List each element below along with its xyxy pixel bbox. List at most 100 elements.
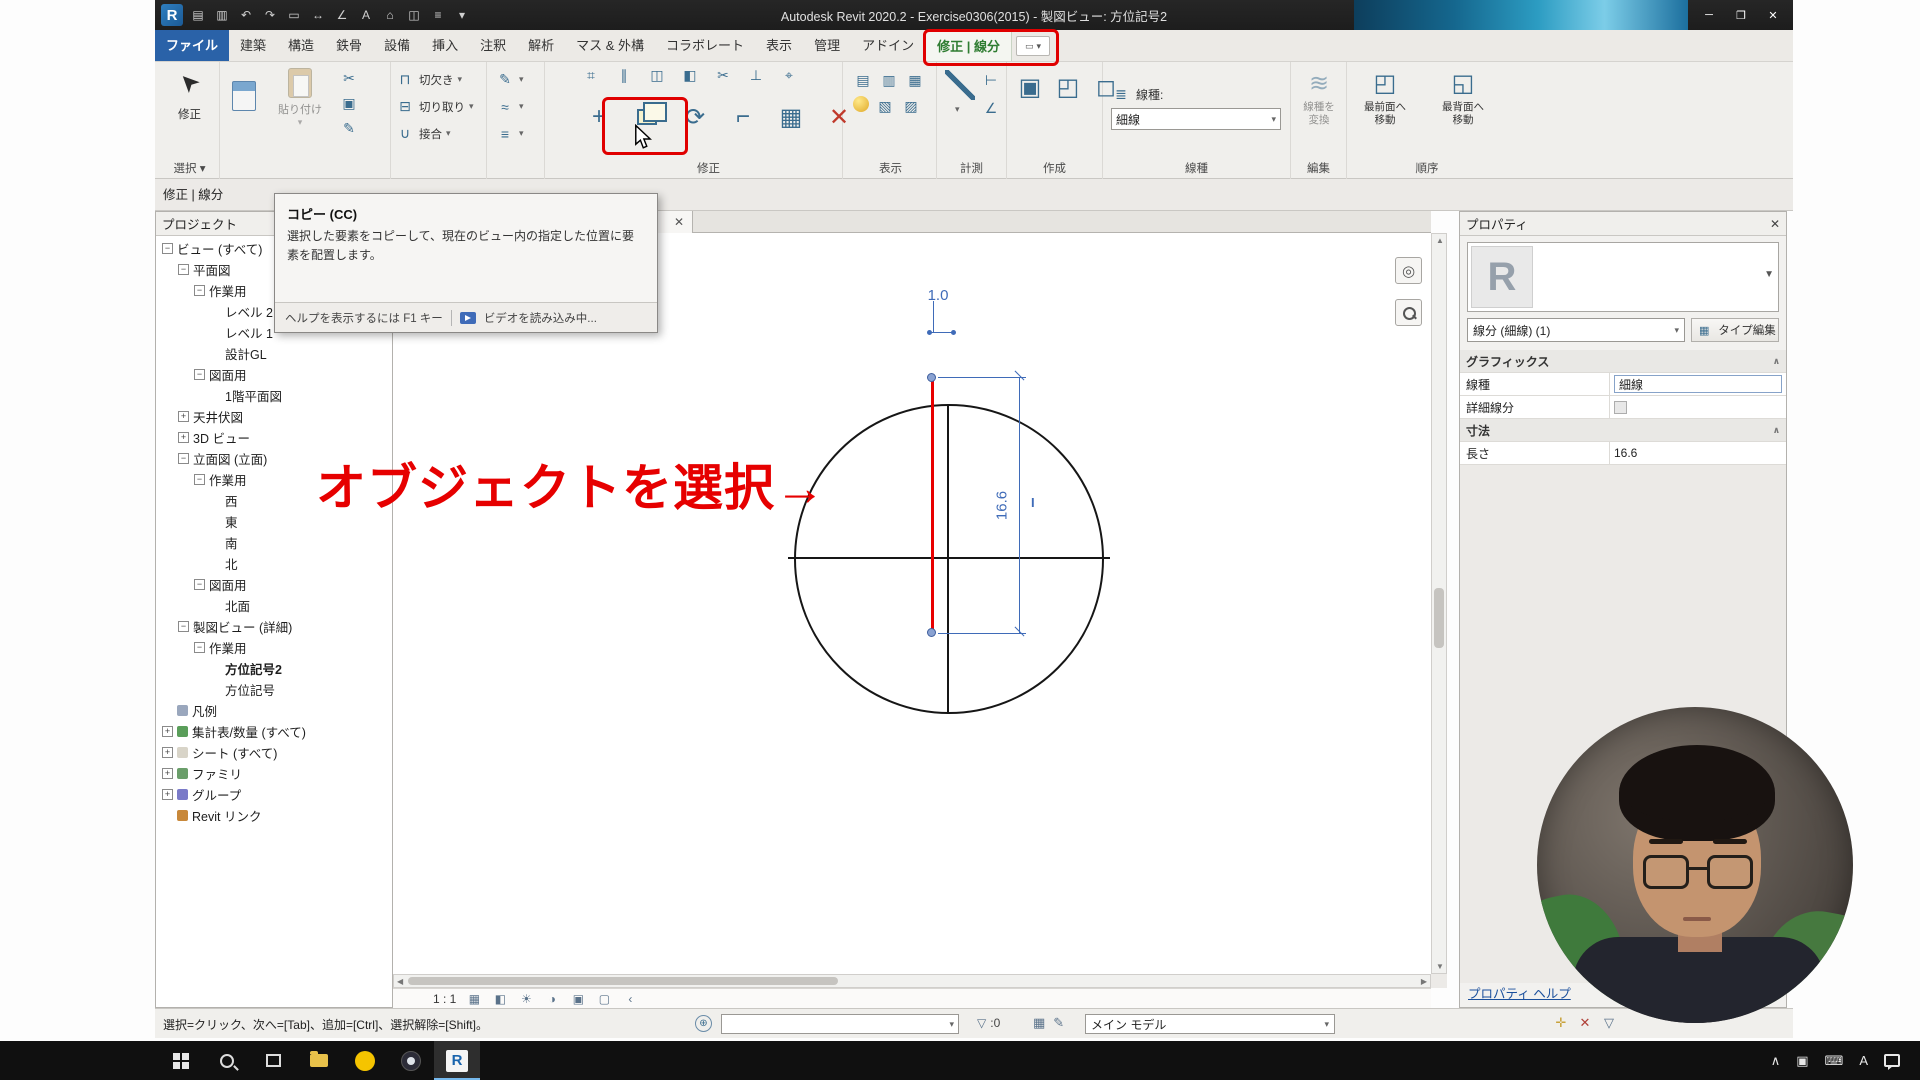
cope-button[interactable]: ⊓切欠き▾: [395, 66, 484, 93]
tree-item-24[interactable]: +シート (すべて): [156, 742, 392, 763]
unpin-icon[interactable]: ⌖: [779, 65, 799, 85]
shadows-icon[interactable]: ◑: [544, 991, 560, 1007]
cut-geometry-button[interactable]: ⊟切り取り▾: [395, 93, 484, 120]
tree-item-6[interactable]: −図面用: [156, 364, 392, 385]
tree-item-14[interactable]: 南: [156, 532, 392, 553]
bring-to-front-button[interactable]: ◰ 最前面へ移動: [1349, 68, 1421, 150]
tray-expand-icon[interactable]: ∧: [1771, 1053, 1781, 1069]
tab-massing-site[interactable]: マス & 外構: [565, 30, 655, 61]
horizontal-axis-line[interactable]: [788, 557, 1110, 559]
scroll-left-icon[interactable]: ◀: [397, 977, 403, 986]
tab-analyze[interactable]: 解析: [517, 30, 565, 61]
tree-item-21[interactable]: 方位記号: [156, 679, 392, 700]
view-scale[interactable]: 1 : 1: [433, 992, 456, 1006]
section-graphics[interactable]: グラフィックス ∧: [1460, 350, 1786, 373]
tree-item-8[interactable]: +天井伏図: [156, 406, 392, 427]
panel-label-measure[interactable]: 計測: [937, 160, 1006, 176]
design-options-icon[interactable]: ✎: [1053, 1015, 1064, 1031]
expand-icon[interactable]: +: [162, 726, 173, 737]
tab-collaborate[interactable]: コラボレート: [655, 30, 755, 61]
panel-label-create[interactable]: 作成: [1007, 160, 1102, 176]
worksets-icon[interactable]: ▦: [1033, 1015, 1045, 1031]
length-value[interactable]: 16.6: [1610, 442, 1786, 464]
customize-toolbar-icon[interactable]: ▾: [453, 6, 471, 24]
detail-line-checkbox[interactable]: [1614, 401, 1627, 414]
horizontal-scrollbar[interactable]: ◀ ▶: [393, 974, 1431, 988]
scroll-up-icon[interactable]: ▲: [1436, 236, 1444, 245]
3d-view-icon[interactable]: ⌂: [381, 6, 399, 24]
offset-icon[interactable]: ∥: [614, 65, 634, 85]
tree-item-9[interactable]: +3D ビュー: [156, 427, 392, 448]
ime-mode-indicator[interactable]: A: [1859, 1053, 1868, 1068]
graphics-override-icon[interactable]: ▧: [875, 96, 895, 116]
vertical-scroll-thumb[interactable]: [1434, 588, 1444, 648]
horizontal-scroll-thumb[interactable]: [408, 977, 838, 985]
split-element-icon[interactable]: ✂: [713, 65, 733, 85]
active-model-select[interactable]: メイン モデル ▾: [1085, 1014, 1335, 1034]
collapse-icon[interactable]: −: [194, 369, 205, 380]
join-button[interactable]: ∪接合▾: [395, 120, 484, 147]
chevron-down-icon[interactable]: ▾: [955, 104, 960, 115]
array-button[interactable]: ▦: [771, 88, 811, 146]
angle-dimension-icon[interactable]: ∠: [981, 98, 1001, 118]
tree-item-23[interactable]: +集計表/数量 (すべて): [156, 721, 392, 742]
panel-label-view[interactable]: 表示: [845, 160, 936, 176]
start-button[interactable]: [158, 1041, 204, 1080]
paste-button[interactable]: 貼り付け ▾: [271, 66, 329, 150]
pin-icon[interactable]: ⊥: [746, 65, 766, 85]
match-properties-button[interactable]: ✎▾: [495, 66, 524, 93]
chevron-down-icon[interactable]: ▼: [1764, 269, 1774, 280]
modify-tool-button[interactable]: ➤: [160, 68, 219, 97]
panel-label-edit[interactable]: 編集: [1291, 160, 1346, 176]
sun-path-icon[interactable]: ☀: [518, 991, 534, 1007]
file-explorer-button[interactable]: [296, 1041, 342, 1080]
tab-view[interactable]: 表示: [755, 30, 803, 61]
show-crop-icon[interactable]: ▢: [596, 991, 612, 1007]
line-style-input[interactable]: 細線: [1614, 375, 1782, 393]
action-center-icon[interactable]: [1884, 1054, 1900, 1067]
revit-app-button[interactable]: R: [434, 1041, 480, 1080]
section-icon[interactable]: ◫: [405, 6, 423, 24]
collapse-icon[interactable]: ∧: [1773, 425, 1780, 436]
isolate-icon[interactable]: ▦: [905, 70, 925, 90]
tree-item-20[interactable]: 方位記号2: [156, 658, 392, 679]
maximize-button[interactable]: ❐: [1727, 4, 1755, 26]
tree-item-26[interactable]: +グループ: [156, 784, 392, 805]
minimize-button[interactable]: ─: [1695, 4, 1723, 26]
aligned-dimension-icon[interactable]: ∠: [333, 6, 351, 24]
task-view-button[interactable]: [250, 1041, 296, 1080]
expand-icon[interactable]: +: [178, 432, 189, 443]
detail-level-icon[interactable]: ▦: [466, 991, 482, 1007]
hide-elements-icon[interactable]: ▥: [879, 70, 899, 90]
create-group-icon[interactable]: ▣: [1015, 72, 1045, 102]
open-icon[interactable]: ▤: [189, 6, 207, 24]
expand-icon[interactable]: +: [178, 411, 189, 422]
create-similar-icon[interactable]: ◰: [1053, 72, 1083, 102]
tab-steel[interactable]: 鉄骨: [325, 30, 373, 61]
vertical-scrollbar[interactable]: ▲ ▼: [1431, 233, 1447, 974]
tree-item-27[interactable]: Revit リンク: [156, 805, 392, 826]
dimension-right-value[interactable]: 16.6: [994, 484, 1011, 528]
send-to-back-button[interactable]: ◱ 最背面へ移動: [1427, 68, 1499, 150]
vertical-axis-line[interactable]: [947, 404, 949, 714]
visual-style-icon[interactable]: ◧: [492, 991, 508, 1007]
reveal-hidden-icon[interactable]: [853, 96, 869, 112]
tab-addins[interactable]: アドイン: [851, 30, 925, 61]
scroll-right-icon[interactable]: ▶: [1421, 977, 1427, 986]
collapse-icon[interactable]: −: [194, 579, 205, 590]
paint-button[interactable]: ≡▾: [495, 120, 524, 147]
keyboard-icon[interactable]: ⌨: [1825, 1053, 1844, 1069]
filter-glyph-icon[interactable]: ▽: [977, 1016, 986, 1030]
recorder-app-button[interactable]: [342, 1041, 388, 1080]
collapse-icon[interactable]: −: [194, 474, 205, 485]
redo-icon[interactable]: ↷: [261, 6, 279, 24]
cut-icon[interactable]: ✂: [339, 68, 359, 88]
panel-label-linestyle[interactable]: 線種: [1103, 160, 1290, 176]
type-selector[interactable]: R ▼: [1467, 242, 1779, 312]
tree-item-15[interactable]: 北: [156, 553, 392, 574]
collapse-icon[interactable]: ∧: [1773, 356, 1780, 367]
view-tab-close-icon[interactable]: ✕: [674, 215, 684, 229]
tab-architecture[interactable]: 建築: [229, 30, 277, 61]
linework-button[interactable]: ≈▾: [495, 93, 524, 120]
expand-icon[interactable]: +: [162, 768, 173, 779]
